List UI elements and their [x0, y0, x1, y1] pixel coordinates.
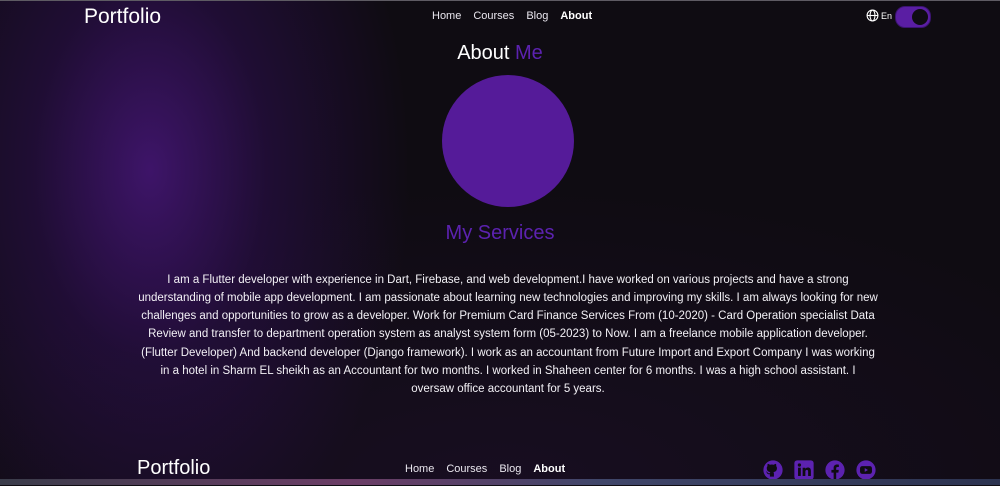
about-title-word: About: [457, 42, 510, 64]
toggle-knob: [912, 9, 928, 25]
nav-blog[interactable]: Blog: [526, 10, 548, 22]
top-header: Portfolio Home Courses Blog About En: [0, 0, 1000, 34]
nav-about[interactable]: About: [560, 10, 592, 22]
footer-nav-home[interactable]: Home: [405, 463, 434, 475]
language-selector[interactable]: En: [866, 9, 892, 22]
footer-nav: Home Courses Blog About: [405, 463, 565, 475]
facebook-icon[interactable]: [824, 459, 846, 481]
linkedin-icon[interactable]: [793, 459, 815, 481]
profile-avatar: [442, 75, 574, 207]
nav-courses[interactable]: Courses: [473, 10, 514, 22]
globe-icon: [866, 9, 879, 22]
social-links: [762, 459, 877, 481]
youtube-icon[interactable]: [855, 459, 877, 481]
github-icon[interactable]: [762, 459, 784, 481]
services-title: My Services: [445, 222, 555, 244]
site-logo[interactable]: Portfolio: [84, 5, 161, 29]
bio-text: I am a Flutter developer with experience…: [138, 273, 878, 396]
nav-home[interactable]: Home: [432, 10, 461, 22]
theme-toggle[interactable]: [895, 6, 931, 28]
footer-nav-courses[interactable]: Courses: [446, 463, 487, 475]
footer-nav-about[interactable]: About: [533, 463, 565, 475]
about-title: About Me: [0, 42, 1000, 65]
main-nav: Home Courses Blog About: [432, 10, 592, 22]
about-title-accent-word: Me: [515, 42, 543, 64]
language-label: En: [881, 10, 893, 21]
footer-logo[interactable]: Portfolio: [137, 457, 210, 480]
footer-nav-blog[interactable]: Blog: [499, 463, 521, 475]
taskbar-strip: [0, 479, 1000, 485]
